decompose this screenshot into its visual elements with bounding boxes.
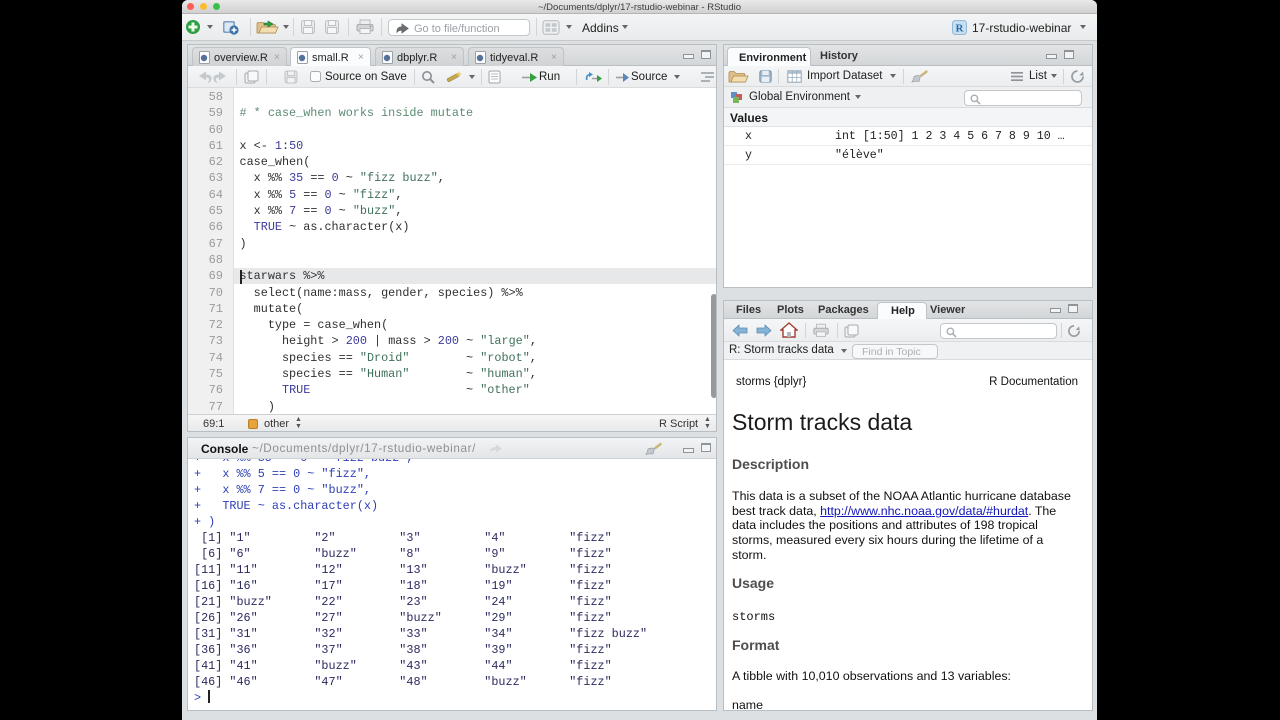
- svg-text:R: R: [956, 23, 965, 35]
